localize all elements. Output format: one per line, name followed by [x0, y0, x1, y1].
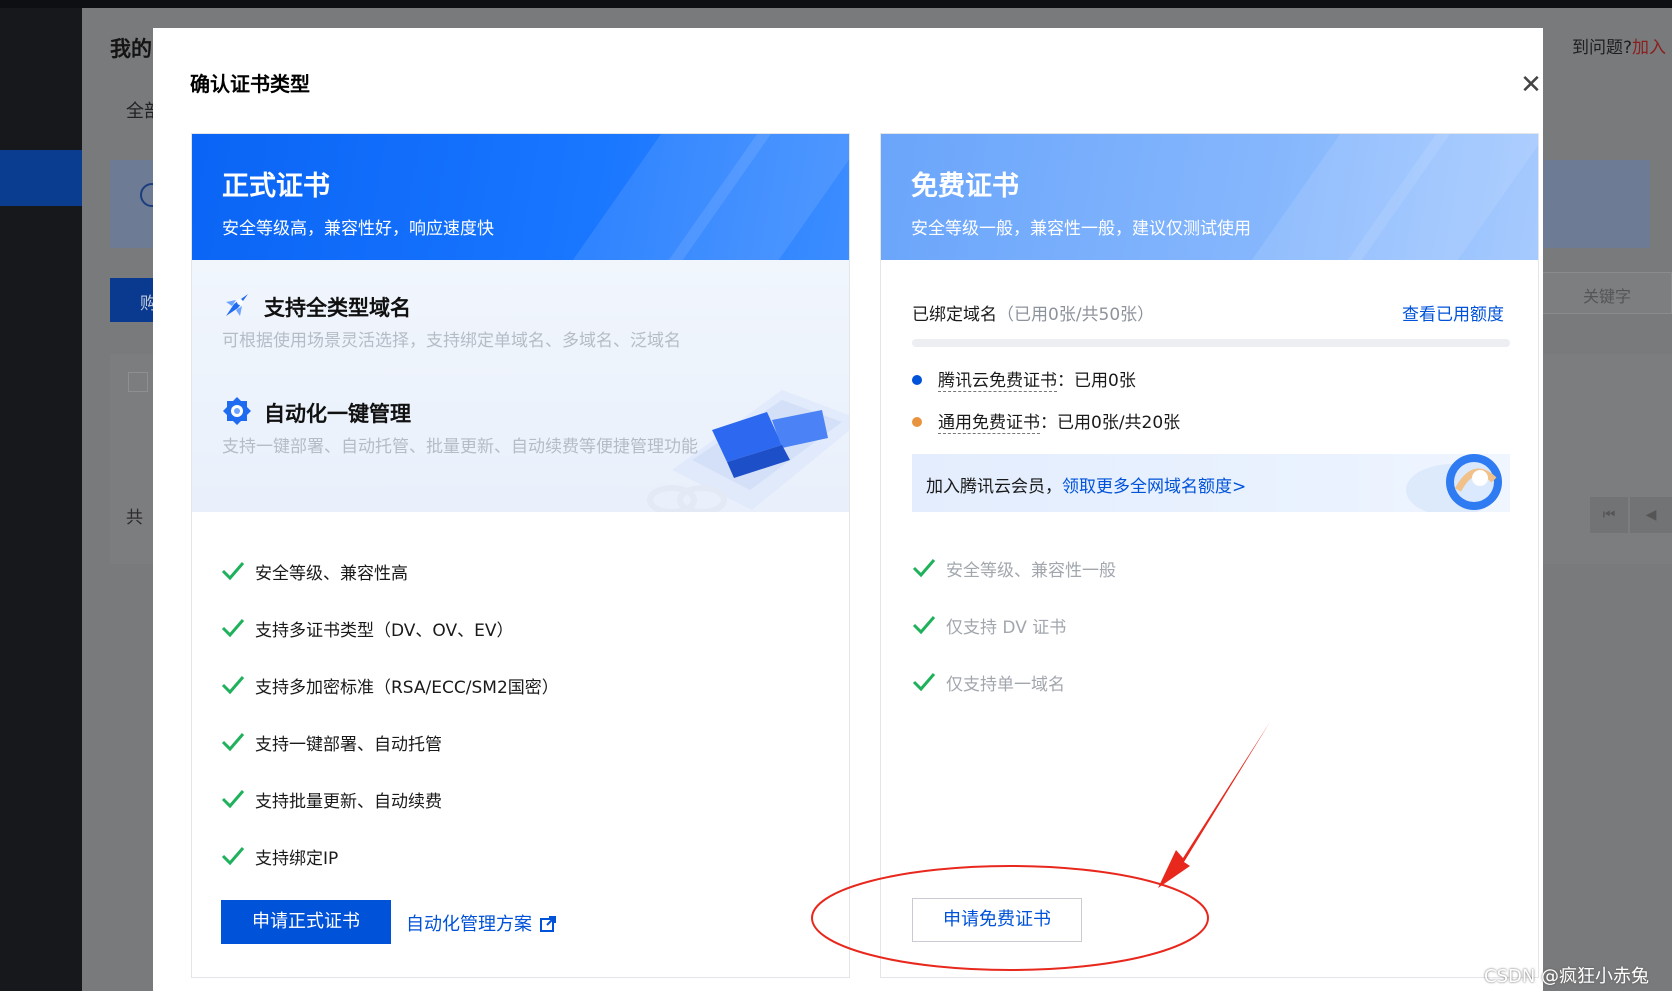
member-orb-illustration-icon	[1406, 454, 1502, 512]
sidebar	[0, 8, 82, 991]
badge-gear-icon	[223, 397, 251, 425]
check-icon	[912, 673, 936, 692]
apply-paid-certificate-button[interactable]: 申请正式证书	[221, 900, 391, 944]
check-text: 仅支持单一域名	[946, 675, 1065, 695]
check-text: 安全等级、兼容性一般	[946, 561, 1116, 581]
quota-value: 已用0张	[1074, 371, 1136, 391]
bound-domains-usage: （已用0张/共50张）	[997, 305, 1155, 325]
automation-solution-link[interactable]: 自动化管理方案	[406, 910, 556, 936]
close-icon[interactable]: ✕	[1514, 68, 1548, 102]
automation-illustration-icon	[647, 390, 849, 512]
external-link-icon	[540, 916, 556, 932]
quota-separator: ：	[1040, 413, 1057, 433]
feature-title-domains: 支持全类型域名	[264, 296, 411, 320]
sidebar-item-active[interactable]	[0, 150, 82, 206]
prev-page-button[interactable]: ◀	[1630, 497, 1672, 533]
check-text: 支持多证书类型（DV、OV、EV）	[255, 621, 514, 641]
bound-domains-row: 已绑定域名（已用0张/共50张）	[912, 300, 1154, 325]
check-text: 支持批量更新、自动续费	[255, 792, 442, 812]
quota-name[interactable]: 通用免费证书	[938, 413, 1040, 434]
quota-line-general: 通用免费证书：已用0张/共20张	[912, 408, 1181, 434]
quota-line-tencent: 腾讯云免费证书：已用0张	[912, 366, 1136, 392]
free-card-header: 免费证书 安全等级一般，兼容性一般，建议仅测试使用	[881, 134, 1538, 260]
view-used-quota-link[interactable]: 查看已用额度	[1402, 300, 1504, 325]
member-quota-link[interactable]: 领取更多全网域名额度>	[1062, 477, 1246, 497]
total-count: 共	[126, 508, 143, 528]
status-dot-icon	[912, 375, 922, 385]
member-banner-text: 加入腾讯云会员，领取更多全网域名额度>	[926, 472, 1246, 497]
check-text: 支持绑定IP	[255, 849, 339, 869]
help-text: 到问题?加入	[1572, 33, 1666, 58]
check-icon	[912, 616, 936, 635]
check-icon	[221, 733, 245, 752]
paid-card-title: 正式证书	[222, 171, 330, 202]
help-question: 到问题?	[1572, 38, 1633, 58]
rocket-icon	[226, 294, 248, 316]
first-page-button[interactable]: ⏮	[1590, 497, 1628, 533]
feature-title-automation: 自动化一键管理	[264, 402, 411, 426]
watermark: CSDN @疯狂小赤兔	[1484, 966, 1650, 987]
check-icon	[221, 847, 245, 866]
status-dot-icon	[912, 417, 922, 427]
check-icon	[221, 790, 245, 809]
quota-progress-bar	[912, 339, 1510, 347]
quota-value: 已用0张/共20张	[1057, 413, 1181, 433]
check-icon	[912, 559, 936, 578]
check-text: 安全等级、兼容性高	[255, 564, 408, 584]
search-input[interactable]: 关键字	[1540, 272, 1672, 314]
help-join-link[interactable]: 加入	[1632, 38, 1666, 58]
feature-desc-automation: 支持一键部署、自动托管、批量更新、自动续费等便捷管理功能	[222, 437, 698, 457]
check-icon	[221, 676, 245, 695]
bound-domains-label: 已绑定域名	[912, 305, 997, 325]
select-all-checkbox[interactable]	[128, 372, 148, 392]
apply-free-certificate-button[interactable]: 申请免费证书	[912, 898, 1082, 942]
check-text: 仅支持 DV 证书	[946, 618, 1067, 638]
check-text: 支持一键部署、自动托管	[255, 735, 442, 755]
check-icon	[221, 562, 245, 581]
quota-separator: ：	[1057, 371, 1074, 391]
top-bar	[0, 0, 1672, 8]
check-icon	[221, 619, 245, 638]
member-text: 加入腾讯云会员，	[926, 477, 1062, 497]
paid-card-header: 正式证书 安全等级高，兼容性好，响应速度快	[192, 134, 849, 260]
automation-link-label: 自动化管理方案	[406, 914, 532, 935]
feature-desc-domains: 可根据使用场景灵活选择，支持绑定单域名、多域名、泛域名	[222, 331, 681, 351]
paid-card-subtitle: 安全等级高，兼容性好，响应速度快	[222, 219, 494, 239]
page-title: 我的	[110, 37, 152, 61]
quota-name[interactable]: 腾讯云免费证书	[938, 371, 1057, 392]
dialog-title: 确认证书类型	[190, 72, 310, 96]
free-card-subtitle: 安全等级一般，兼容性一般，建议仅测试使用	[911, 219, 1251, 239]
member-banner[interactable]: 加入腾讯云会员，领取更多全网域名额度>	[912, 454, 1510, 512]
check-text: 支持多加密标准（RSA/ECC/SM2国密）	[255, 678, 559, 698]
paid-feature-area: 支持全类型域名 可根据使用场景灵活选择，支持绑定单域名、多域名、泛域名 自动化一…	[192, 260, 849, 512]
free-card-title: 免费证书	[911, 171, 1019, 202]
